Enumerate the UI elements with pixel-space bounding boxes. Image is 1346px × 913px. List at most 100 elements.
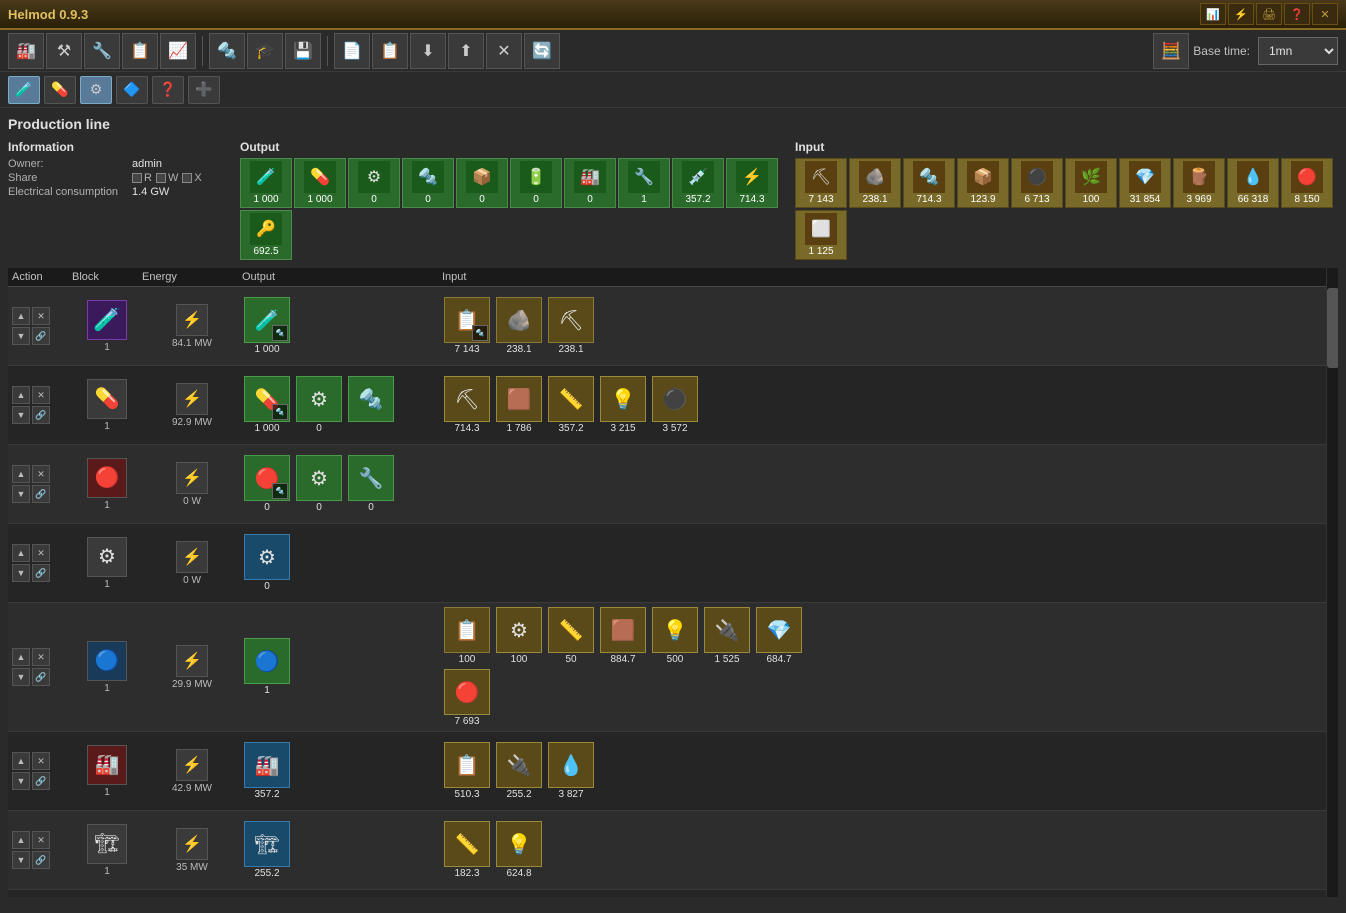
tool-up-btn[interactable]: ⬆ — [448, 33, 484, 69]
row-delete-btn[interactable]: ✕ — [32, 386, 50, 404]
row-delete-btn[interactable]: ✕ — [32, 752, 50, 770]
prod-output-item[interactable]: 🧪🔩 1 000 — [242, 297, 292, 355]
in-item-3[interactable]: 📦123.9 — [957, 158, 1009, 208]
base-time-select[interactable]: 1mn 1s 1h — [1258, 37, 1338, 65]
tool-btn-3[interactable]: 🔧 — [84, 33, 120, 69]
calc-btn[interactable]: 🧮 — [1153, 33, 1189, 69]
block-icon[interactable]: 🧪 — [87, 300, 127, 340]
block-icon[interactable]: 🏭 — [87, 745, 127, 785]
row-link-btn[interactable]: 🔗 — [32, 851, 50, 869]
in-item-0[interactable]: ⛏7 143 — [795, 158, 847, 208]
row-down-btn[interactable]: ▼ — [12, 564, 30, 582]
row-link-btn[interactable]: 🔗 — [32, 485, 50, 503]
prod-input-item[interactable]: 💡 500 — [650, 607, 700, 665]
prod-output-item[interactable]: 🔧 0 — [346, 455, 396, 513]
prod-output-item[interactable]: 🔩 — [346, 376, 396, 423]
prod-output-item[interactable]: 🏗 255.2 — [242, 821, 292, 879]
prod-input-item[interactable]: ⚙ 100 — [494, 607, 544, 665]
block-icon[interactable]: 🔴 — [87, 458, 127, 498]
title-stats-btn[interactable]: 📊 — [1200, 3, 1226, 25]
factory-btn[interactable]: 🏭 — [8, 33, 44, 69]
sub-medicine-btn[interactable]: 💊 — [44, 76, 76, 104]
in-item-8[interactable]: 💧66 318 — [1227, 158, 1279, 208]
block-icon[interactable]: 🔵 — [87, 641, 127, 681]
share-r[interactable]: R — [132, 172, 152, 184]
tool-btn-4[interactable]: 📋 — [122, 33, 158, 69]
tool-delete-btn[interactable]: ✕ — [486, 33, 522, 69]
out-item-4[interactable]: 📦0 — [456, 158, 508, 208]
in-item-6[interactable]: 💎31 854 — [1119, 158, 1171, 208]
prod-input-item[interactable]: 🔌 1 525 — [702, 607, 752, 665]
block-icon[interactable]: 🏗 — [87, 824, 127, 864]
row-down-btn[interactable]: ▼ — [12, 406, 30, 424]
out-item-3[interactable]: 🔩0 — [402, 158, 454, 208]
prod-output-item[interactable]: ⚙ 0 — [294, 376, 344, 434]
prod-input-item[interactable]: 🟫 884.7 — [598, 607, 648, 665]
row-link-btn[interactable]: 🔗 — [32, 668, 50, 686]
row-up-btn[interactable]: ▲ — [12, 831, 30, 849]
share-w[interactable]: W — [156, 172, 178, 184]
prod-output-item[interactable]: ⚙ 0 — [242, 534, 292, 592]
row-up-btn[interactable]: ▲ — [12, 752, 30, 770]
tool-btn-7[interactable]: 🎓 — [247, 33, 283, 69]
prod-output-item[interactable]: 🏭 357.2 — [242, 742, 292, 800]
prod-output-item[interactable]: 🔵 1 — [242, 638, 292, 696]
prod-input-item[interactable]: 📋 510.3 — [442, 742, 492, 800]
tool-btn-5[interactable]: 📈 — [160, 33, 196, 69]
prod-input-item[interactable]: 💡 624.8 — [494, 821, 544, 879]
prod-input-item[interactable]: 📋🔩 7 143 — [442, 297, 492, 355]
row-down-btn[interactable]: ▼ — [12, 327, 30, 345]
tool-copy-btn[interactable]: 📄 — [334, 33, 370, 69]
title-close-btn[interactable]: ✕ — [1312, 3, 1338, 25]
block-icon[interactable]: ⚙ — [87, 537, 127, 577]
prod-input-item[interactable]: ⛏ 714.3 — [442, 376, 492, 434]
share-x[interactable]: X — [182, 172, 201, 184]
prod-output-item[interactable]: ⚙ 0 — [294, 455, 344, 513]
sub-add-btn[interactable]: ➕ — [188, 76, 220, 104]
prod-input-item[interactable]: 💧 3 827 — [546, 742, 596, 800]
row-link-btn[interactable]: 🔗 — [32, 564, 50, 582]
sub-gear-btn[interactable]: ⚙ — [80, 76, 112, 104]
prod-input-item[interactable]: 🪨 238.1 — [494, 297, 544, 355]
row-delete-btn[interactable]: ✕ — [32, 465, 50, 483]
row-down-btn[interactable]: ▼ — [12, 772, 30, 790]
prod-input-item[interactable]: 🔴 7 693 — [442, 669, 492, 727]
prod-input-item[interactable]: 📏 50 — [546, 607, 596, 665]
row-up-btn[interactable]: ▲ — [12, 307, 30, 325]
prod-output-item[interactable]: 💊🔩 1 000 — [242, 376, 292, 434]
scrollbar-thumb[interactable] — [1327, 288, 1338, 368]
row-up-btn[interactable]: ▲ — [12, 544, 30, 562]
sub-help-btn[interactable]: ❓ — [152, 76, 184, 104]
prod-input-item[interactable]: 📋 100 — [442, 607, 492, 665]
in-item-5[interactable]: 🌿100 — [1065, 158, 1117, 208]
tool-paste-btn[interactable]: 📋 — [372, 33, 408, 69]
row-delete-btn[interactable]: ✕ — [32, 648, 50, 666]
sub-potion-btn[interactable]: 🧪 — [8, 76, 40, 104]
prod-input-item[interactable]: 💎 684.7 — [754, 607, 804, 665]
row-link-btn[interactable]: 🔗 — [32, 327, 50, 345]
scrollbar[interactable] — [1326, 268, 1338, 897]
title-filter-btn[interactable]: ⚡ — [1228, 3, 1254, 25]
row-down-btn[interactable]: ▼ — [12, 668, 30, 686]
row-up-btn[interactable]: ▲ — [12, 386, 30, 404]
tool-btn-6[interactable]: 🔩 — [209, 33, 245, 69]
prod-input-item[interactable]: 📏 182.3 — [442, 821, 492, 879]
row-up-btn[interactable]: ▲ — [12, 648, 30, 666]
out-item-1[interactable]: 💊1 000 — [294, 158, 346, 208]
in-item-4[interactable]: ⚫6 713 — [1011, 158, 1063, 208]
prod-output-item[interactable]: 🔴🔩 0 — [242, 455, 292, 513]
row-delete-btn[interactable]: ✕ — [32, 831, 50, 849]
sub-diamond-btn[interactable]: 🔷 — [116, 76, 148, 104]
in-item-10[interactable]: ⬜1 125 — [795, 210, 847, 260]
title-help-btn[interactable]: ❓ — [1284, 3, 1310, 25]
title-print-btn[interactable]: 🖨 — [1256, 3, 1282, 25]
tool-down-btn[interactable]: ⬇ — [410, 33, 446, 69]
tool-refresh-btn[interactable]: 🔄 — [524, 33, 560, 69]
block-icon[interactable]: 💊 — [87, 379, 127, 419]
row-link-btn[interactable]: 🔗 — [32, 406, 50, 424]
out-item-7[interactable]: 🔧1 — [618, 158, 670, 208]
out-item-6[interactable]: 🏭0 — [564, 158, 616, 208]
in-item-2[interactable]: 🔩714.3 — [903, 158, 955, 208]
row-link-btn[interactable]: 🔗 — [32, 772, 50, 790]
in-item-7[interactable]: 🪵3 969 — [1173, 158, 1225, 208]
